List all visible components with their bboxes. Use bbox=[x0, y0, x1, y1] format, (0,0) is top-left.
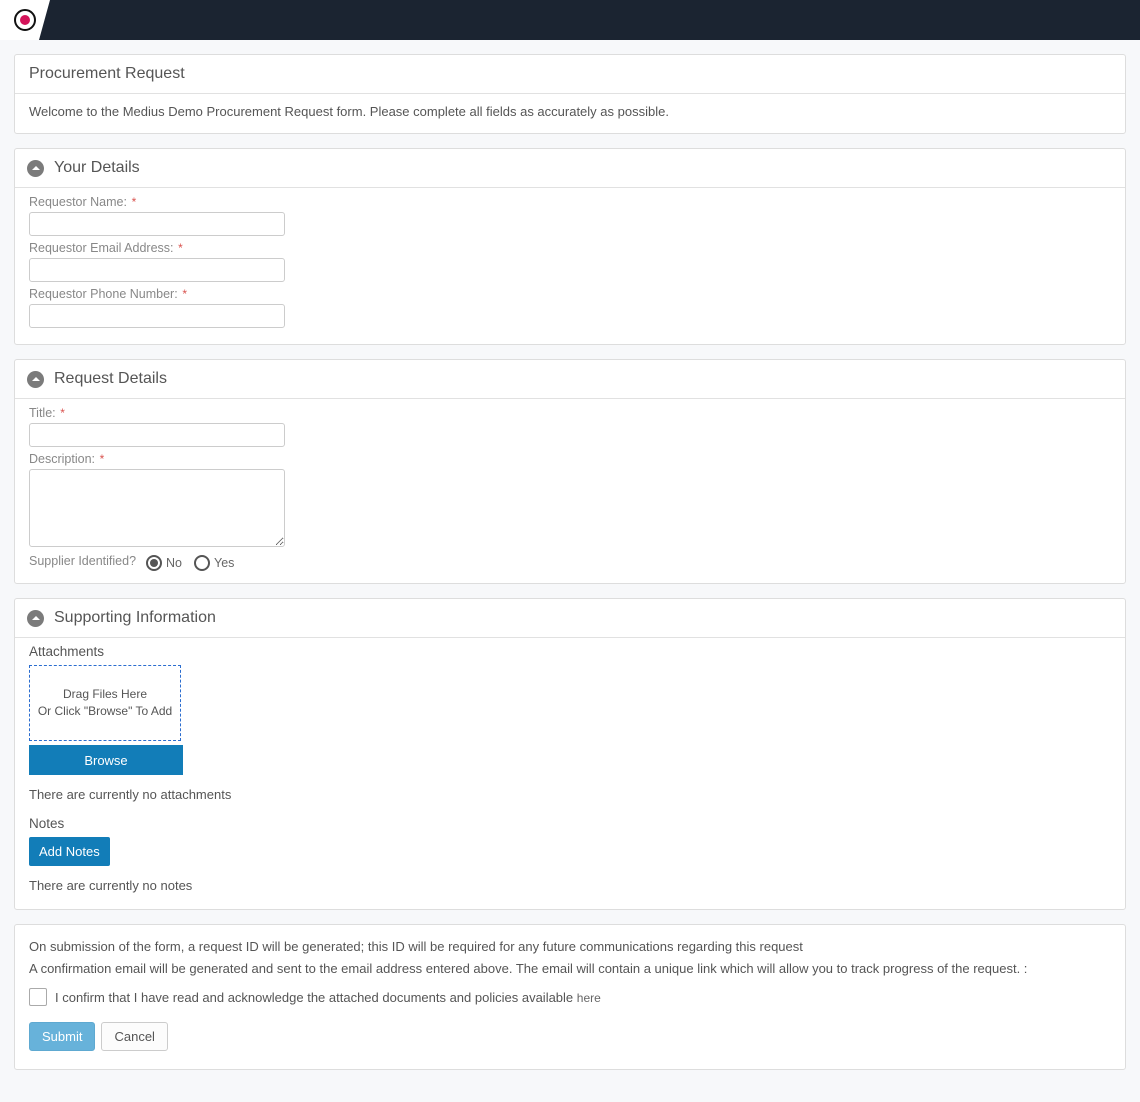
confirm-text-row: I confirm that I have read and acknowled… bbox=[55, 990, 601, 1005]
radio-icon bbox=[194, 555, 210, 571]
request-details-title: Request Details bbox=[54, 370, 167, 388]
intro-card: Procurement Request Welcome to the Mediu… bbox=[14, 54, 1126, 134]
attachments-dropzone[interactable]: Drag Files Here Or Click "Browse" To Add bbox=[29, 665, 181, 741]
required-star: * bbox=[182, 287, 187, 301]
requestor-name-label: Requestor Name: bbox=[29, 195, 127, 209]
your-details-title: Your Details bbox=[54, 159, 140, 177]
description-label: Description: bbox=[29, 452, 95, 466]
target-icon bbox=[14, 9, 36, 31]
intro-welcome-text: Welcome to the Medius Demo Procurement R… bbox=[29, 104, 1111, 119]
topbar bbox=[0, 0, 1140, 40]
submit-button[interactable]: Submit bbox=[29, 1022, 95, 1051]
requestor-phone-label: Requestor Phone Number: bbox=[29, 287, 178, 301]
cancel-button[interactable]: Cancel bbox=[101, 1022, 167, 1051]
request-details-section: Request Details Title: * Description: * … bbox=[14, 359, 1126, 584]
required-star: * bbox=[100, 452, 105, 466]
radio-no-label: No bbox=[166, 556, 182, 570]
notes-label: Notes bbox=[29, 816, 1111, 831]
supporting-info-section: Supporting Information Attachments Drag … bbox=[14, 598, 1126, 910]
required-star: * bbox=[132, 195, 137, 209]
required-star: * bbox=[178, 241, 183, 255]
brand-logo bbox=[0, 0, 50, 40]
collapse-icon[interactable] bbox=[27, 160, 44, 177]
no-attachments-text: There are currently no attachments bbox=[29, 787, 1111, 802]
supporting-info-header[interactable]: Supporting Information bbox=[15, 599, 1125, 638]
attachments-label: Attachments bbox=[29, 644, 1111, 659]
footer-line2: A confirmation email will be generated a… bbox=[29, 961, 1111, 976]
required-star: * bbox=[60, 406, 65, 420]
dropzone-line2: Or Click "Browse" To Add bbox=[38, 703, 172, 720]
no-notes-text: There are currently no notes bbox=[29, 878, 1111, 893]
requestor-phone-input[interactable] bbox=[29, 304, 285, 328]
radio-yes-label: Yes bbox=[214, 556, 234, 570]
intro-title: Procurement Request bbox=[15, 55, 1125, 94]
title-label: Title: bbox=[29, 406, 56, 420]
supplier-identified-label: Supplier Identified? bbox=[29, 554, 136, 568]
footer-line1: On submission of the form, a request ID … bbox=[29, 939, 1111, 954]
page: Procurement Request Welcome to the Mediu… bbox=[0, 40, 1140, 1102]
add-notes-button[interactable]: Add Notes bbox=[29, 837, 110, 866]
description-textarea[interactable] bbox=[29, 469, 285, 547]
your-details-section: Your Details Requestor Name: * Requestor… bbox=[14, 148, 1126, 345]
confirm-checkbox[interactable] bbox=[29, 988, 47, 1006]
confirm-text: I confirm that I have read and acknowled… bbox=[55, 990, 577, 1005]
browse-button[interactable]: Browse bbox=[29, 745, 183, 775]
supporting-info-title: Supporting Information bbox=[54, 609, 216, 627]
here-link[interactable]: here bbox=[577, 991, 601, 1005]
footer-card: On submission of the form, a request ID … bbox=[14, 924, 1126, 1070]
radio-icon bbox=[146, 555, 162, 571]
your-details-header[interactable]: Your Details bbox=[15, 149, 1125, 188]
requestor-name-input[interactable] bbox=[29, 212, 285, 236]
dropzone-line1: Drag Files Here bbox=[63, 686, 147, 703]
radio-no[interactable]: No bbox=[146, 555, 182, 571]
title-input[interactable] bbox=[29, 423, 285, 447]
requestor-email-label: Requestor Email Address: bbox=[29, 241, 174, 255]
request-details-header[interactable]: Request Details bbox=[15, 360, 1125, 399]
collapse-icon[interactable] bbox=[27, 371, 44, 388]
radio-yes[interactable]: Yes bbox=[194, 555, 234, 571]
collapse-icon[interactable] bbox=[27, 610, 44, 627]
requestor-email-input[interactable] bbox=[29, 258, 285, 282]
